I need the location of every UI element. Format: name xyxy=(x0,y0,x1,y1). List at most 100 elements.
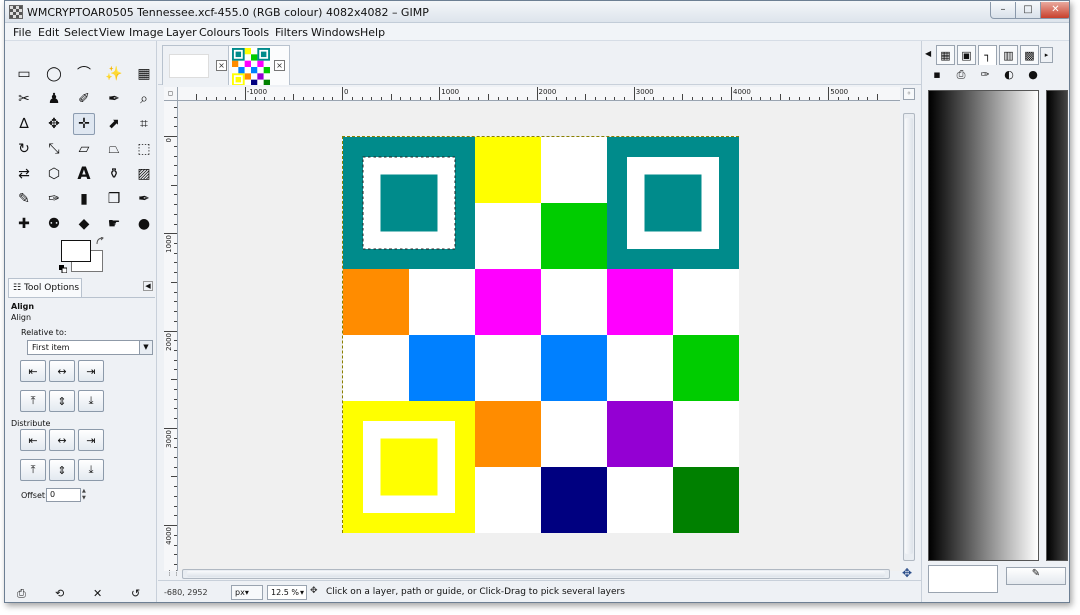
foreground-color-swatch[interactable] xyxy=(61,240,91,262)
color-picker-icon[interactable]: ✒ xyxy=(103,88,125,110)
rect-select-icon[interactable]: ▭ xyxy=(13,63,35,85)
layers-icon[interactable]: ▪ xyxy=(926,68,948,85)
menu-file[interactable]: File xyxy=(13,26,31,39)
shear-icon[interactable]: ▱ xyxy=(73,138,95,160)
menu-tools[interactable]: Tools xyxy=(242,26,269,39)
palette-icon[interactable]: ● xyxy=(1022,68,1044,85)
distribute-align-left-button[interactable]: ⇤ xyxy=(20,429,46,451)
close-button[interactable]: ✕ xyxy=(1040,2,1069,19)
ellipse-select-icon[interactable]: ◯ xyxy=(43,63,65,85)
move-icon[interactable]: ✥ xyxy=(43,113,65,135)
eraser-icon[interactable]: ▮ xyxy=(73,188,95,210)
close-icon[interactable]: × xyxy=(274,60,285,71)
menu-windows[interactable]: Windows xyxy=(311,26,360,39)
gradients-tab[interactable]: ▥ xyxy=(999,45,1018,65)
unit-select[interactable]: px▾ xyxy=(231,585,263,600)
distribute-align-center-button[interactable]: ↔ xyxy=(49,429,75,451)
bucket-fill-icon[interactable]: ⚱ xyxy=(103,163,125,185)
navigate-icon[interactable]: ⋮⋮ xyxy=(166,569,180,579)
cage-transform-icon[interactable]: ⬡ xyxy=(43,163,65,185)
horizontal-scrollbar[interactable] xyxy=(182,569,890,579)
menu-view[interactable]: View xyxy=(99,26,125,39)
default-colors-icon[interactable] xyxy=(59,265,68,274)
distribute-align-top-button[interactable]: ⤒ xyxy=(20,459,46,481)
brushes-tab[interactable]: ▣ xyxy=(957,45,976,65)
fuzzy-select-icon[interactable]: ✨ xyxy=(103,63,125,85)
flip-icon[interactable]: ⇄ xyxy=(13,163,35,185)
image-tab-2[interactable]: × xyxy=(228,45,290,87)
horizontal-scroll-thumb[interactable] xyxy=(187,571,885,577)
menu-layer[interactable]: Layer xyxy=(166,26,197,39)
perspective-icon[interactable]: ⏢ xyxy=(103,138,125,160)
dock-preview-field[interactable] xyxy=(928,565,998,593)
transform-icon[interactable]: ⬈ xyxy=(103,113,125,135)
paths-icon[interactable]: ✐ xyxy=(73,88,95,110)
save-options-icon[interactable]: ⎙ xyxy=(17,587,33,601)
reset-options-icon[interactable]: ↺ xyxy=(131,587,147,601)
free-select-icon[interactable]: ⌒ xyxy=(73,63,95,85)
align-left-button[interactable]: ⇤ xyxy=(20,360,46,382)
ink-icon[interactable]: ✒ xyxy=(133,188,155,210)
blur-icon[interactable]: ◆ xyxy=(73,213,95,235)
dock-edit-button[interactable]: ✎ xyxy=(1006,567,1066,585)
dodge-burn-icon[interactable]: ● xyxy=(133,213,155,235)
dock-menu-button[interactable]: ▸ xyxy=(1040,47,1053,63)
align-middle-button[interactable]: ⇕ xyxy=(49,390,75,412)
offset-stepper[interactable]: ▲ ▼ xyxy=(82,488,89,502)
close-icon[interactable]: × xyxy=(216,60,227,71)
distribute-align-middle-button[interactable]: ⇕ xyxy=(49,459,75,481)
scissors-select-icon[interactable]: ✂ xyxy=(13,88,35,110)
foreground-select-icon[interactable]: ♟ xyxy=(43,88,65,110)
navigation-move-icon[interactable]: ✥ xyxy=(902,566,912,580)
printer-icon[interactable]: ⎙ xyxy=(950,68,972,85)
align-bottom-button[interactable]: ⤓ xyxy=(78,390,104,412)
distribute-align-right-button[interactable]: ⇥ xyxy=(78,429,104,451)
vertical-ruler[interactable]: 0 1000 2000 3000 4000 xyxy=(164,101,178,571)
airbrush-icon[interactable]: ❒ xyxy=(103,188,125,210)
menu-edit[interactable]: Edit xyxy=(38,26,59,39)
zoom-select[interactable]: 12.5 % ▾ xyxy=(267,585,307,600)
smudge-icon[interactable]: ☛ xyxy=(103,213,125,235)
select-by-color-icon[interactable]: ▦ xyxy=(133,63,155,85)
tool-options-menu-button[interactable]: ◀ xyxy=(143,281,153,291)
restore-options-icon[interactable]: ⟲ xyxy=(55,587,71,601)
horizontal-ruler[interactable]: -1000 0 1000 2000 3000 4000 5000 xyxy=(178,87,900,101)
text-icon[interactable]: A xyxy=(73,163,95,185)
delete-options-icon[interactable]: ✕ xyxy=(93,587,109,601)
scale-icon[interactable]: ⤡ xyxy=(43,138,65,160)
gradient-preview[interactable] xyxy=(928,90,1039,561)
heal-icon[interactable]: ✚ xyxy=(13,213,35,235)
align-right-button[interactable]: ⇥ xyxy=(78,360,104,382)
palettes-tab[interactable]: ▩ xyxy=(1020,45,1039,65)
measure-icon[interactable]: ∆ xyxy=(13,113,35,135)
menu-colours[interactable]: Colours xyxy=(199,26,240,39)
align-icon[interactable]: ✛ xyxy=(73,113,95,135)
menu-help[interactable]: Help xyxy=(360,26,385,39)
paintbrush-icon[interactable]: ✑ xyxy=(974,68,996,85)
align-top-button[interactable]: ⤒ xyxy=(20,390,46,412)
dock-collapse-icon[interactable]: ◀ xyxy=(925,49,931,58)
tab-tool-options[interactable]: ☷ Tool Options xyxy=(8,278,82,298)
image-tab-1[interactable]: × xyxy=(162,45,234,85)
color-wheel-icon[interactable]: ◐ xyxy=(998,68,1020,85)
menu-filters[interactable]: Filters xyxy=(275,26,308,39)
maximize-button[interactable]: □ xyxy=(1015,2,1041,19)
gradient-preview-secondary[interactable] xyxy=(1046,90,1068,561)
unified-transform-icon[interactable]: ⬚ xyxy=(133,138,155,160)
clone-icon[interactable]: ⚉ xyxy=(43,213,65,235)
quick-mask-corner[interactable]: ▢ xyxy=(164,87,178,101)
patterns-tab[interactable]: ▦ xyxy=(936,45,955,65)
distribute-align-bottom-button[interactable]: ⤓ xyxy=(78,459,104,481)
crop-icon[interactable]: ⌗ xyxy=(133,113,155,135)
rotate-icon[interactable]: ↻ xyxy=(13,138,35,160)
blend-icon[interactable]: ▨ xyxy=(133,163,155,185)
vertical-scroll-thumb[interactable] xyxy=(905,118,913,554)
pencil-icon[interactable]: ✎ xyxy=(13,188,35,210)
relative-to-select[interactable]: First item ▼ xyxy=(27,340,153,355)
menu-select[interactable]: Select xyxy=(64,26,98,39)
paths-tab[interactable]: ┐ xyxy=(978,45,997,65)
offset-input[interactable]: 0 xyxy=(46,488,81,502)
image-canvas[interactable] xyxy=(342,136,739,533)
swap-colors-icon[interactable] xyxy=(96,236,105,249)
canvas-viewport[interactable] xyxy=(179,102,900,571)
